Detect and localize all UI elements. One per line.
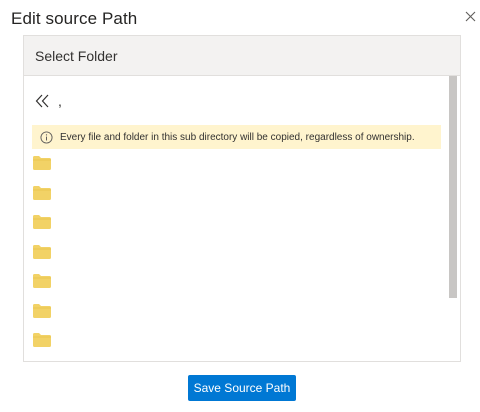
folder-icon — [33, 333, 51, 347]
current-path: , — [58, 93, 62, 109]
back-button[interactable] — [34, 93, 50, 109]
notice-text: Every file and folder in this sub direct… — [60, 131, 415, 143]
vertical-scrollbar[interactable] — [449, 76, 457, 298]
copy-notice: Every file and folder in this sub direct… — [32, 125, 441, 149]
folder-item[interactable] — [33, 185, 51, 200]
close-button[interactable] — [462, 8, 480, 26]
folder-list — [33, 156, 51, 363]
dialog-title: Edit source Path — [11, 9, 138, 28]
folder-item[interactable] — [33, 274, 51, 288]
folder-icon — [33, 185, 51, 200]
folder-icon — [33, 215, 51, 229]
path-nav: , — [34, 93, 62, 109]
double-chevron-left-icon — [35, 94, 49, 108]
edit-source-path-dialog: Edit source Path Select Folder , Every f… — [0, 0, 480, 412]
folder-icon — [33, 274, 51, 288]
close-icon — [465, 11, 476, 22]
folder-item[interactable] — [33, 215, 51, 229]
info-icon — [40, 130, 53, 144]
folder-icon — [33, 244, 51, 259]
folder-picker-panel: Select Folder , Every file and folder in… — [23, 35, 461, 362]
folder-picker-body: , Every file and folder in this sub dire… — [24, 76, 460, 361]
folder-icon — [33, 303, 51, 318]
folder-item[interactable] — [33, 333, 51, 347]
folder-picker-header: Select Folder — [24, 36, 460, 76]
folder-item[interactable] — [33, 303, 51, 318]
folder-icon — [33, 156, 51, 170]
save-source-path-button[interactable]: Save Source Path — [188, 375, 296, 401]
folder-item[interactable] — [33, 244, 51, 259]
folder-item[interactable] — [33, 156, 51, 170]
